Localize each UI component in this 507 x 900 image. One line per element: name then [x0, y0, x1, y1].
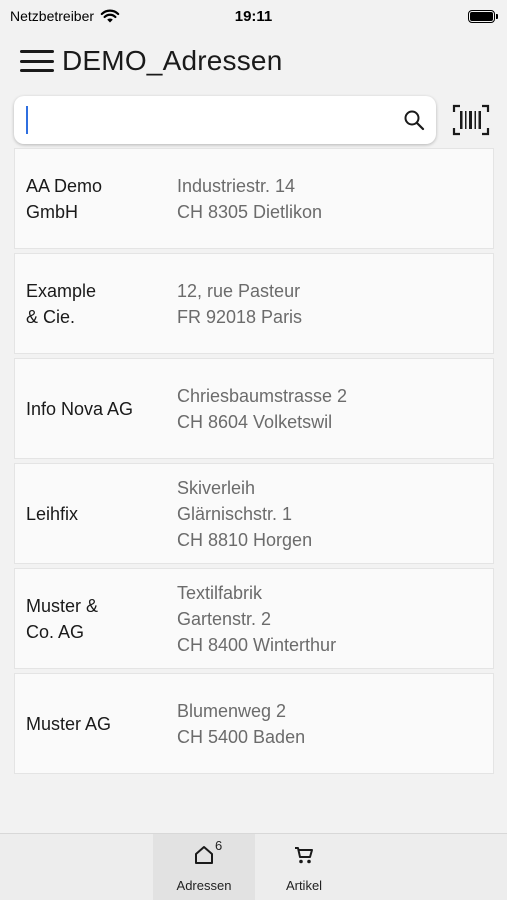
address-line: FR 92018 Paris	[177, 306, 303, 327]
search-input[interactable]	[32, 105, 402, 135]
address-name: Example & Cie.	[26, 278, 177, 330]
search-box[interactable]	[14, 96, 436, 144]
tab-label: Artikel	[285, 878, 323, 893]
address-line: CH 8604 Volketswil	[177, 411, 333, 432]
address-name-line: Muster &	[26, 595, 99, 616]
address-line: Gartenstr. 2	[177, 608, 272, 629]
address-name-line: Example	[26, 280, 97, 301]
address-name-line: Co. AG	[26, 621, 85, 642]
battery-icon	[468, 9, 498, 23]
address-details: Textilfabrik Gartenstr. 2 CH 8400 Winterth…	[177, 580, 336, 658]
address-line: 12, rue Pasteur	[177, 280, 301, 301]
address-line: Blumenweg 2	[177, 700, 287, 721]
barcode-scan-icon[interactable]	[452, 104, 490, 136]
address-list-item[interactable]: Muster AG Blumenweg 2 CH 5400 Baden	[14, 673, 494, 774]
address-name: Info Nova AG	[26, 396, 177, 422]
address-details: Chriesbaumstrasse 2 CH 8604 Volketswil	[177, 383, 347, 435]
address-details: Industriestr. 14 CH 8305 Dietlikon	[177, 173, 322, 225]
hamburger-menu-icon[interactable]	[20, 50, 54, 72]
address-line: CH 5400 Baden	[177, 726, 306, 747]
search-icon[interactable]	[402, 108, 426, 132]
page-title: DEMO_Adressen	[62, 45, 283, 76]
text-caret	[26, 106, 28, 134]
address-list-item[interactable]: Muster & Co. AG Textilfabrik Gartenstr. 2 CH…	[14, 568, 494, 669]
address-list-item[interactable]: Example & Cie. 12, rue Pasteur FR 92018 Par…	[14, 253, 494, 354]
address-line: CH 8810 Horgen	[177, 529, 313, 550]
address-line: Textilfabrik	[177, 582, 263, 603]
address-line: Industriestr. 14	[177, 175, 296, 196]
wifi-icon	[100, 9, 120, 22]
address-name-line: Leihfix	[26, 503, 79, 524]
address-name: AA Demo GmbH	[26, 173, 177, 225]
address-line: CH 8400 Winterthur	[177, 634, 337, 655]
address-name-line: Muster AG	[26, 713, 112, 734]
address-name-line: AA Demo	[26, 175, 103, 196]
address-name-line: Info Nova AG	[26, 398, 134, 419]
address-name: Leihfix	[26, 501, 177, 527]
address-details: Skiverleih Glärnischstr. 1 CH 8810 Horgen	[177, 475, 312, 553]
tab-label: Adressen	[176, 878, 232, 893]
address-line: Skiverleih	[177, 477, 256, 498]
address-name-line: & Cie.	[26, 306, 76, 327]
address-details: 12, rue Pasteur FR 92018 Paris	[177, 278, 302, 330]
address-list-item[interactable]: Leihfix Skiverleih Glärnischstr. 1 CH 8810 …	[14, 463, 494, 564]
app-header: DEMO_Adressen	[0, 38, 507, 84]
tab-adressen[interactable]: 6 Adressen	[153, 834, 255, 900]
address-line: CH 8305 Dietlikon	[177, 201, 323, 222]
address-list: AA Demo GmbH Industriestr. 14 CH 8305 Dietl…	[14, 148, 494, 778]
battery-fill	[470, 11, 493, 21]
tab-badge-count: 6	[215, 838, 223, 853]
cart-icon	[293, 844, 315, 866]
address-name: Muster AG	[26, 711, 177, 737]
address-details: Blumenweg 2 CH 5400 Baden	[177, 698, 305, 750]
address-list-item[interactable]: Info Nova AG Chriesbaumstrasse 2 CH 8604 V…	[14, 358, 494, 459]
tab-artikel[interactable]: Artikel	[253, 834, 355, 900]
home-icon: 6	[193, 838, 222, 866]
status-time: 19:11	[234, 7, 273, 25]
address-name: Muster & Co. AG	[26, 593, 177, 645]
carrier-label: Netzbetreiber	[10, 8, 95, 24]
status-left: Netzbetreiber	[10, 8, 120, 24]
search-row	[14, 96, 494, 144]
tab-bar: 6 Adressen Artikel	[0, 833, 507, 900]
address-line: Glärnischstr. 1	[177, 503, 293, 524]
status-bar: Netzbetreiber 19:11	[0, 0, 507, 32]
address-name-line: GmbH	[26, 201, 79, 222]
address-list-item[interactable]: AA Demo GmbH Industriestr. 14 CH 8305 Dietl…	[14, 148, 494, 249]
address-line: Chriesbaumstrasse 2	[177, 385, 348, 406]
